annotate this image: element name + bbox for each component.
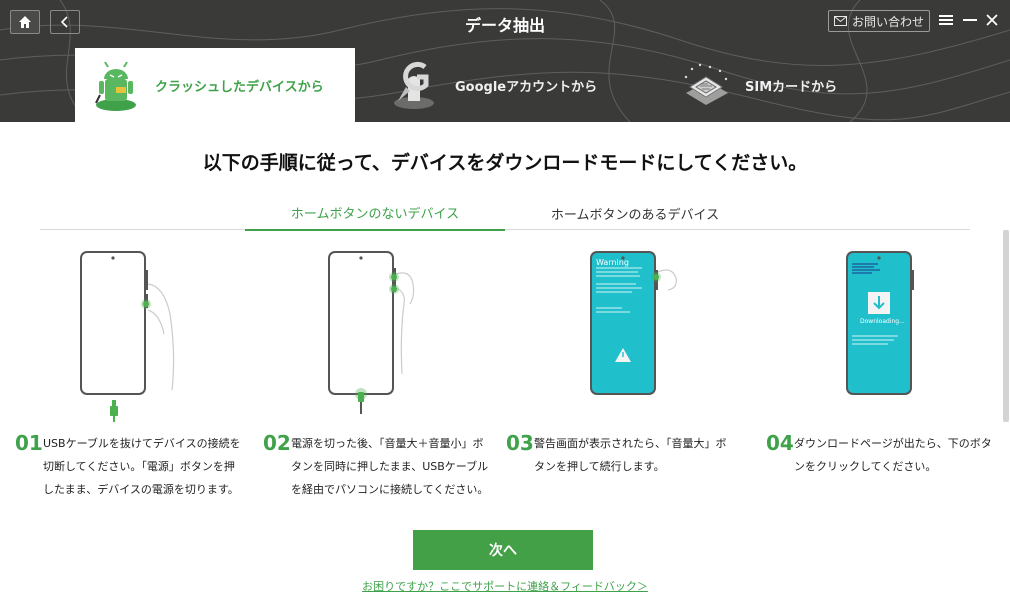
step-3: 03 警告画面が表示されたら、「音量大」ボタンを押して続行します。 [506, 432, 736, 478]
support-feedback-link[interactable]: お困りですか？ここでサポートに連絡＆フィードバック＞ [0, 578, 1010, 594]
page-heading: 以下の手順に従って、デバイスをダウンロードモードにしてください。 [202, 152, 808, 174]
device-type-tabs: ホームボタンのないデバイス ホームボタンのあるデバイス [40, 196, 970, 231]
menu-button[interactable] [936, 10, 956, 30]
scrollbar[interactable] [1003, 230, 1009, 422]
step-4-text: ダウンロードページが出たら、下のボタンをクリックしてください。 [794, 437, 992, 473]
step-3-number: 03 [506, 431, 534, 455]
app-header: データ抽出 お問い合わせ クラッシュしたデバイスから Googleアカウントから… [0, 0, 1010, 122]
tab-sim-card[interactable]: SIMカードから [665, 48, 925, 122]
step-1: 01 USBケーブルを抜けてデバイスの接続を切断してください。「電源」ボタンを押… [15, 432, 245, 501]
contact-button[interactable]: お問い合わせ [828, 10, 930, 32]
close-button[interactable] [982, 10, 1002, 30]
step-4: 04 ダウンロードページが出たら、下のボタンをクリックしてください。 [766, 432, 996, 478]
mail-icon [833, 16, 847, 26]
tab-google-account[interactable]: Googleアカウントから [375, 48, 635, 122]
close-icon [986, 14, 998, 26]
minimize-button[interactable] [960, 10, 980, 30]
tab-crashed-device[interactable]: クラッシュしたデバイスから [75, 48, 355, 122]
step-4-number: 04 [766, 431, 794, 455]
step-4-downloading-text: Downloading... [860, 318, 905, 325]
sim-card-icon [675, 54, 737, 116]
step-2: 02 電源を切った後、「音量大＋音量小」ボタンを同時に押したまま、USBケーブル… [263, 432, 493, 501]
tab-crashed-device-label: クラッシュしたデバイスから [155, 79, 324, 95]
tab-google-account-label: Googleアカウントから [455, 79, 598, 95]
step-1-number: 01 [15, 431, 43, 455]
step-2-text: 電源を切った後、「音量大＋音量小」ボタンを同時に押したまま、USBケーブルを経由… [291, 437, 489, 496]
next-button[interactable]: 次へ [413, 530, 593, 570]
step-3-illustration [582, 244, 712, 424]
step-2-number: 02 [263, 431, 291, 455]
contact-label: お問い合わせ [851, 14, 924, 29]
tab-no-home-button[interactable]: ホームボタンのないデバイス [245, 196, 505, 231]
minimize-icon [963, 19, 977, 21]
step-3-text: 警告画面が表示されたら、「音量大」ボタンを押して続行します。 [534, 437, 727, 473]
step-2-illustration [320, 244, 450, 424]
step-1-text: USBケーブルを抜けてデバイスの接続を切断してください。「電源」ボタンを押したま… [43, 437, 241, 496]
title-bar: データ抽出 お問い合わせ [0, 0, 1010, 44]
tab-sim-card-label: SIMカードから [745, 79, 838, 95]
google-account-icon [385, 54, 447, 116]
step-4-illustration [838, 244, 968, 424]
step-1-illustration [72, 244, 202, 424]
tab-with-home-button[interactable]: ホームボタンのあるデバイス [505, 196, 765, 230]
crashed-android-icon [85, 54, 147, 116]
step-3-warning-text: Warning [596, 258, 629, 267]
hamburger-icon [939, 15, 953, 25]
